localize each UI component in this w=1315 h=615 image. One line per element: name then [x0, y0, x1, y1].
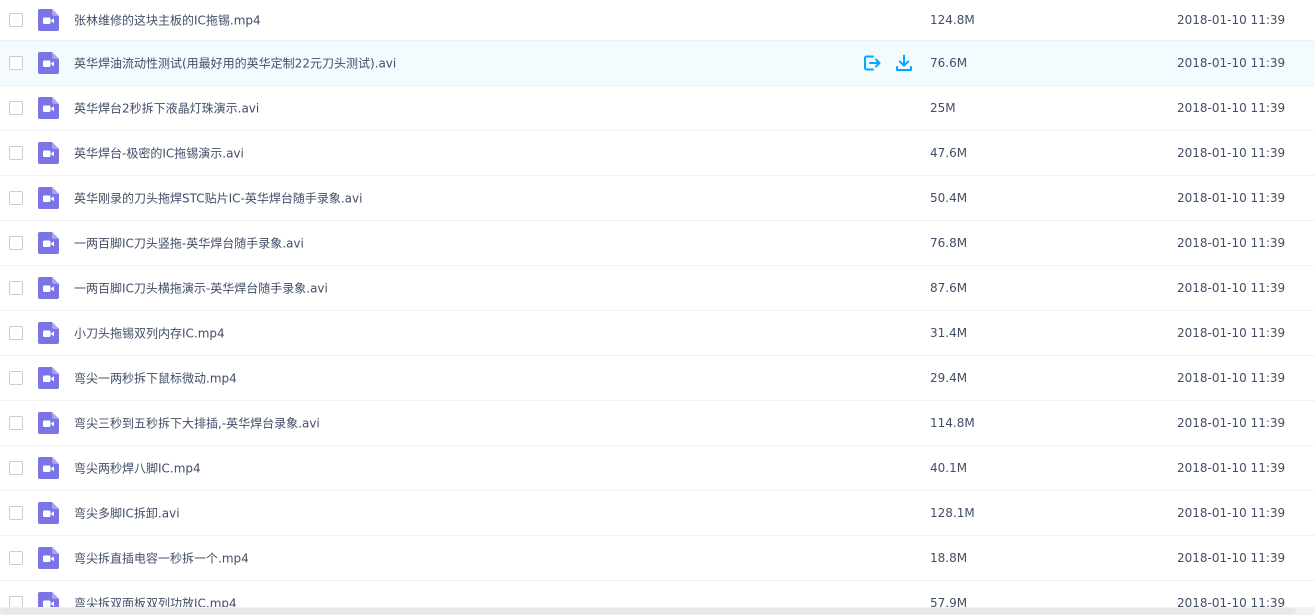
file-size: 47.6M — [930, 146, 968, 160]
file-name[interactable]: 弯尖拆直插电容一秒拆一个.mp4 — [74, 550, 249, 567]
file-size: 57.9M — [930, 596, 968, 607]
file-row[interactable]: 弯尖一两秒拆下鼠标微动.mp4 29.4M 2018-01-10 11:39 — [0, 356, 1315, 401]
file-date: 2018-01-10 11:39 — [1177, 326, 1286, 340]
file-name[interactable]: 英华焊台-极密的IC拖锡演示.avi — [74, 145, 244, 162]
video-file-icon — [38, 592, 59, 607]
row-checkbox[interactable] — [9, 281, 23, 295]
file-date: 2018-01-10 11:39 — [1177, 506, 1286, 520]
file-name[interactable]: 弯尖两秒焊八脚IC.mp4 — [74, 460, 201, 477]
row-checkbox[interactable] — [9, 146, 23, 160]
row-checkbox[interactable] — [9, 461, 23, 475]
video-file-icon — [38, 502, 59, 524]
download-icon[interactable] — [894, 53, 914, 73]
file-size: 76.6M — [930, 56, 968, 70]
file-name[interactable]: 张林维修的这块主板的IC拖锡.mp4 — [74, 12, 261, 29]
video-file-icon — [38, 97, 59, 119]
row-checkbox[interactable] — [9, 506, 23, 520]
row-checkbox[interactable] — [9, 236, 23, 250]
file-size: 25M — [930, 101, 956, 115]
row-checkbox[interactable] — [9, 191, 23, 205]
file-date: 2018-01-10 11:39 — [1177, 281, 1286, 295]
row-checkbox[interactable] — [9, 101, 23, 115]
file-date: 2018-01-10 11:39 — [1177, 371, 1286, 385]
file-size: 50.4M — [930, 191, 968, 205]
file-date: 2018-01-10 11:39 — [1177, 461, 1286, 475]
file-name[interactable]: 一两百脚IC刀头竖拖-英华焊台随手录象.avi — [74, 235, 304, 252]
file-date: 2018-01-10 11:39 — [1177, 146, 1286, 160]
file-name[interactable]: 弯尖多脚IC拆卸.avi — [74, 505, 180, 522]
file-size: 40.1M — [930, 461, 968, 475]
file-size: 31.4M — [930, 326, 968, 340]
row-checkbox[interactable] — [9, 371, 23, 385]
file-date: 2018-01-10 11:39 — [1177, 56, 1286, 70]
file-name[interactable]: 弯尖三秒到五秒拆下大排插,-英华焊台录象.avi — [74, 415, 320, 432]
file-name[interactable]: 英华焊油流动性测试(用最好用的英华定制22元刀头测试).avi — [74, 55, 396, 72]
file-row[interactable]: 弯尖多脚IC拆卸.avi 128.1M 2018-01-10 11:39 — [0, 491, 1315, 536]
file-row[interactable]: 弯尖三秒到五秒拆下大排插,-英华焊台录象.avi 114.8M 2018-01-… — [0, 401, 1315, 446]
file-name[interactable]: 小刀头拖锡双列内存IC.mp4 — [74, 325, 225, 342]
file-size: 114.8M — [930, 416, 975, 430]
file-date: 2018-01-10 11:39 — [1177, 191, 1286, 205]
video-file-icon — [38, 412, 59, 434]
file-name[interactable]: 弯尖一两秒拆下鼠标微动.mp4 — [74, 370, 237, 387]
video-file-icon — [38, 187, 59, 209]
file-row[interactable]: 一两百脚IC刀头竖拖-英华焊台随手录象.avi 76.8M 2018-01-10… — [0, 221, 1315, 266]
file-size: 124.8M — [930, 13, 975, 27]
row-checkbox[interactable] — [9, 596, 23, 607]
file-name[interactable]: 弯尖拆双面板双列功放IC.mp4 — [74, 595, 237, 608]
file-date: 2018-01-10 11:39 — [1177, 13, 1286, 27]
file-list: 张林维修的这块主板的IC拖锡.mp4 124.8M 2018-01-10 11:… — [0, 0, 1315, 607]
file-row[interactable]: 一两百脚IC刀头横拖演示-英华焊台随手录象.avi 87.6M 2018-01-… — [0, 266, 1315, 311]
row-checkbox[interactable] — [9, 551, 23, 565]
file-size: 128.1M — [930, 506, 975, 520]
video-file-icon — [38, 232, 59, 254]
share-icon[interactable] — [862, 53, 882, 73]
video-file-icon — [38, 277, 59, 299]
video-file-icon — [38, 322, 59, 344]
row-checkbox[interactable] — [9, 326, 23, 340]
file-date: 2018-01-10 11:39 — [1177, 101, 1286, 115]
file-size: 87.6M — [930, 281, 968, 295]
row-actions — [862, 53, 914, 73]
file-row[interactable]: 小刀头拖锡双列内存IC.mp4 31.4M 2018-01-10 11:39 — [0, 311, 1315, 356]
video-file-icon — [38, 547, 59, 569]
file-date: 2018-01-10 11:39 — [1177, 551, 1286, 565]
file-row[interactable]: 弯尖拆双面板双列功放IC.mp4 57.9M 2018-01-10 11:39 — [0, 581, 1315, 607]
file-date: 2018-01-10 11:39 — [1177, 416, 1286, 430]
file-size: 76.8M — [930, 236, 968, 250]
file-name[interactable]: 英华刚录的刀头拖焊STC贴片IC-英华焊台随手录象.avi — [74, 190, 362, 207]
video-file-icon — [38, 457, 59, 479]
file-row[interactable]: 弯尖拆直插电容一秒拆一个.mp4 18.8M 2018-01-10 11:39 — [0, 536, 1315, 581]
file-row[interactable]: 张林维修的这块主板的IC拖锡.mp4 124.8M 2018-01-10 11:… — [0, 0, 1315, 41]
video-file-icon — [38, 9, 59, 31]
file-row[interactable]: 英华焊台2秒拆下液晶灯珠演示.avi 25M 2018-01-10 11:39 — [0, 86, 1315, 131]
file-date: 2018-01-10 11:39 — [1177, 596, 1286, 607]
file-row[interactable]: 英华刚录的刀头拖焊STC贴片IC-英华焊台随手录象.avi 50.4M 2018… — [0, 176, 1315, 221]
file-size: 18.8M — [930, 551, 968, 565]
video-file-icon — [38, 52, 59, 74]
file-row[interactable]: 英华焊台-极密的IC拖锡演示.avi 47.6M 2018-01-10 11:3… — [0, 131, 1315, 176]
horizontal-scrollbar-thumb[interactable] — [0, 608, 1296, 614]
video-file-icon — [38, 367, 59, 389]
horizontal-scrollbar[interactable] — [0, 607, 1315, 615]
file-name[interactable]: 英华焊台2秒拆下液晶灯珠演示.avi — [74, 100, 259, 117]
row-checkbox[interactable] — [9, 56, 23, 70]
file-name[interactable]: 一两百脚IC刀头横拖演示-英华焊台随手录象.avi — [74, 280, 328, 297]
file-row[interactable]: 弯尖两秒焊八脚IC.mp4 40.1M 2018-01-10 11:39 — [0, 446, 1315, 491]
file-size: 29.4M — [930, 371, 968, 385]
file-date: 2018-01-10 11:39 — [1177, 236, 1286, 250]
file-row[interactable]: 英华焊油流动性测试(用最好用的英华定制22元刀头测试).avi 76.6M 20… — [0, 41, 1315, 86]
row-checkbox[interactable] — [9, 416, 23, 430]
row-checkbox[interactable] — [9, 13, 23, 27]
video-file-icon — [38, 142, 59, 164]
